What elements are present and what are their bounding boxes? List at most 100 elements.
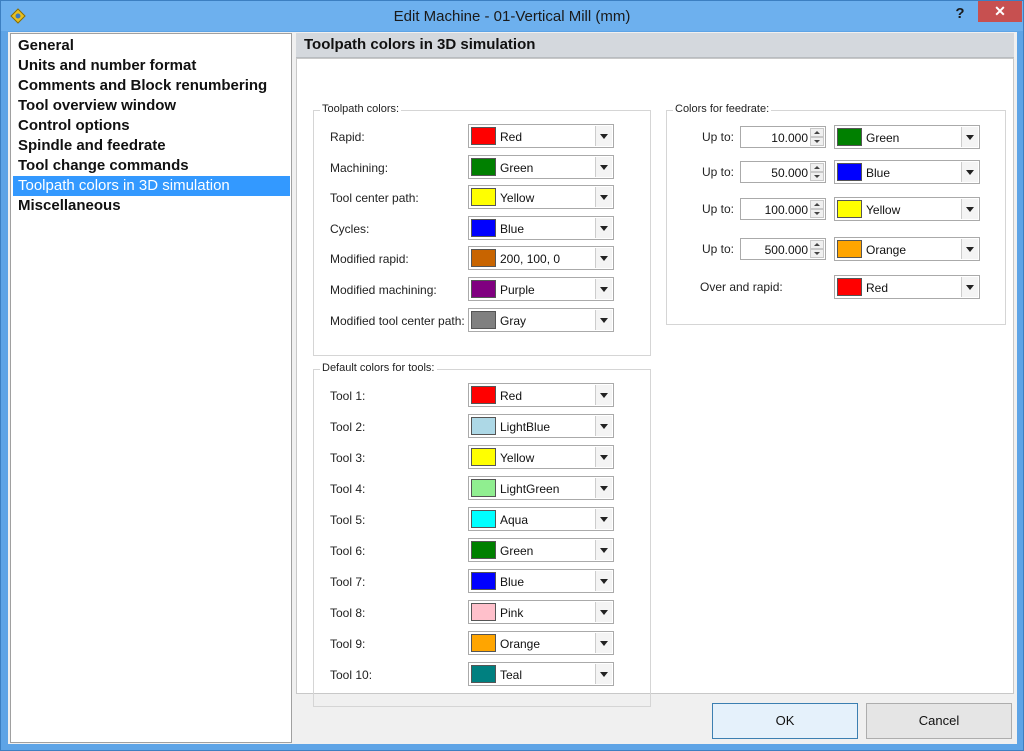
chevron-down-icon[interactable] [595, 540, 612, 560]
combo-value: Green [500, 161, 534, 175]
machining-color-select[interactable]: Green [468, 155, 614, 179]
tool-8-color-select[interactable]: Pink [468, 600, 614, 624]
feedrate-1-input[interactable]: 10.000 [740, 126, 826, 148]
color-swatch [837, 240, 862, 258]
modified-machining-color-select[interactable]: Purple [468, 277, 614, 301]
nav-item-tool-change[interactable]: Tool change commands [13, 156, 290, 176]
color-swatch [837, 128, 862, 146]
over-and-rapid-color-select[interactable]: Red [834, 275, 980, 299]
settings-nav-list[interactable]: General Units and number format Comments… [10, 33, 292, 743]
chevron-down-icon[interactable] [595, 385, 612, 405]
chevron-down-icon[interactable] [595, 248, 612, 268]
tool-2-color-select[interactable]: LightBlue [468, 414, 614, 438]
cycles-color-select[interactable]: Blue [468, 216, 614, 240]
chevron-down-icon[interactable] [595, 478, 612, 498]
feedrate-4-color-select[interactable]: Orange [834, 237, 980, 261]
nav-item-miscellaneous[interactable]: Miscellaneous [13, 196, 290, 216]
spin-down-icon[interactable] [810, 172, 824, 181]
chevron-down-icon[interactable] [595, 571, 612, 591]
nav-item-comments[interactable]: Comments and Block renumbering [13, 76, 290, 96]
feedrate-colors-legend: Colors for feedrate: [673, 103, 772, 115]
nav-item-units[interactable]: Units and number format [13, 56, 290, 76]
chevron-down-icon[interactable] [595, 664, 612, 684]
tool-1-label: Tool 1: [330, 389, 366, 403]
tool-6-color-select[interactable]: Green [468, 538, 614, 562]
chevron-down-icon[interactable] [595, 416, 612, 436]
chevron-down-icon[interactable] [595, 218, 612, 238]
feedrate-1-color-select[interactable]: Green [834, 125, 980, 149]
chevron-down-icon[interactable] [595, 310, 612, 330]
title-bar[interactable]: Edit Machine - 01-Vertical Mill (mm) ? ✕ [1, 1, 1023, 31]
chevron-down-icon[interactable] [595, 187, 612, 207]
spin-buttons [810, 240, 824, 258]
chevron-down-icon[interactable] [595, 279, 612, 299]
color-swatch [471, 219, 496, 237]
chevron-down-icon[interactable] [595, 602, 612, 622]
ok-button[interactable]: OK [712, 703, 858, 739]
spin-up-icon[interactable] [810, 240, 824, 249]
feedrate-3-color-select[interactable]: Yellow [834, 197, 980, 221]
cycles-label: Cycles: [330, 222, 370, 236]
cancel-button[interactable]: Cancel [866, 703, 1012, 739]
nav-item-general[interactable]: General [13, 36, 290, 56]
spin-down-icon[interactable] [810, 137, 824, 146]
spin-up-icon[interactable] [810, 200, 824, 209]
combo-value: Red [500, 130, 523, 144]
tool-9-color-select[interactable]: Orange [468, 631, 614, 655]
rapid-color-select[interactable]: Red [468, 124, 614, 148]
combo-value: Teal [500, 668, 523, 682]
help-button[interactable]: ? [945, 3, 975, 25]
chevron-down-icon[interactable] [961, 162, 978, 182]
nav-item-tool-overview[interactable]: Tool overview window [13, 96, 290, 116]
nav-item-toolpath-colors[interactable]: Toolpath colors in 3D simulation [13, 176, 290, 196]
feedrate-2-input[interactable]: 50.000 [740, 161, 826, 183]
dialog-client: General Units and number format Comments… [8, 32, 1017, 744]
spin-buttons [810, 163, 824, 181]
chevron-down-icon[interactable] [961, 239, 978, 259]
rapid-label: Rapid: [330, 130, 365, 144]
chevron-down-icon[interactable] [595, 633, 612, 653]
feedrate-4-input[interactable]: 500.000 [740, 238, 826, 260]
chevron-down-icon[interactable] [595, 447, 612, 467]
chevron-down-icon[interactable] [595, 509, 612, 529]
modified-tool-center-path-color-select[interactable]: Gray [468, 308, 614, 332]
tool-center-path-color-select[interactable]: Yellow [468, 185, 614, 209]
close-button[interactable]: ✕ [978, 1, 1022, 22]
spin-up-icon[interactable] [810, 128, 824, 137]
combo-value: Yellow [500, 451, 535, 465]
color-swatch [471, 386, 496, 404]
combo-value: Red [866, 281, 889, 295]
combo-value: Yellow [500, 191, 535, 205]
panel-header: Toolpath colors in 3D simulation [296, 33, 1014, 58]
tool-1-color-select[interactable]: Red [468, 383, 614, 407]
tool-8-label: Tool 8: [330, 606, 366, 620]
panel-title: Toolpath colors in 3D simulation [304, 36, 536, 53]
tool-9-label: Tool 9: [330, 637, 366, 651]
tool-3-color-select[interactable]: Yellow [468, 445, 614, 469]
modified-rapid-color-select[interactable]: 200, 100, 0 [468, 246, 614, 270]
feedrate-2-color-select[interactable]: Blue [834, 160, 980, 184]
chevron-down-icon[interactable] [595, 157, 612, 177]
color-swatch [471, 603, 496, 621]
spin-up-icon[interactable] [810, 163, 824, 172]
tool-4-color-select[interactable]: LightGreen [468, 476, 614, 500]
chevron-down-icon[interactable] [961, 127, 978, 147]
feedrate-3-input[interactable]: 100.000 [740, 198, 826, 220]
combo-value: Yellow [866, 203, 901, 217]
nav-item-spindle-feedrate[interactable]: Spindle and feedrate [13, 136, 290, 156]
settings-panel: Toolpath colors: Rapid: Red Machining: G… [296, 58, 1014, 707]
tool-10-color-select[interactable]: Teal [468, 662, 614, 686]
combo-value: Purple [500, 283, 535, 297]
chevron-down-icon[interactable] [595, 126, 612, 146]
tool-5-label: Tool 5: [330, 513, 366, 527]
spin-buttons [810, 200, 824, 218]
spin-down-icon[interactable] [810, 209, 824, 218]
spin-buttons [810, 128, 824, 146]
tool-7-color-select[interactable]: Blue [468, 569, 614, 593]
chevron-down-icon[interactable] [961, 277, 978, 297]
nav-item-control-options[interactable]: Control options [13, 116, 290, 136]
spin-down-icon[interactable] [810, 249, 824, 258]
toolpath-colors-group: Toolpath colors: Rapid: Red Machining: G… [313, 103, 651, 356]
tool-5-color-select[interactable]: Aqua [468, 507, 614, 531]
chevron-down-icon[interactable] [961, 199, 978, 219]
